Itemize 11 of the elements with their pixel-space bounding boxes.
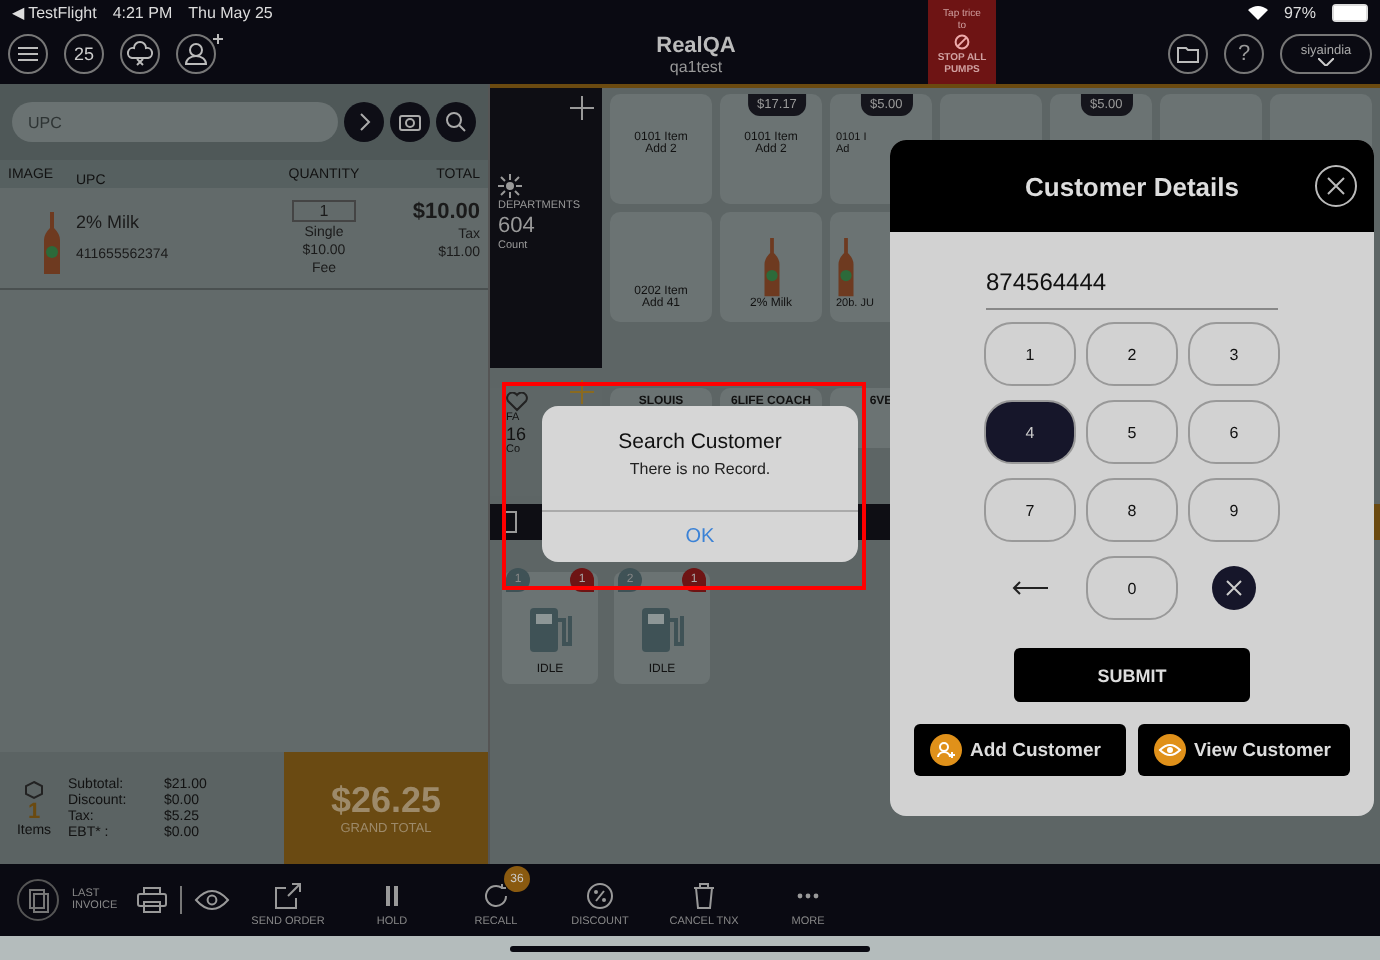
dialog-title: Customer Details <box>1025 171 1239 201</box>
battery-percent: 97% <box>1283 3 1316 21</box>
store-title: RealQA <box>656 33 736 57</box>
line-total: $10.00 <box>412 200 480 224</box>
item-count: 1 <box>27 799 41 823</box>
status-time: 4:21 PM <box>112 3 173 21</box>
alert-message: There is no Record. <box>629 460 771 478</box>
alert-title: Search Customer <box>618 430 782 454</box>
product-name: 2% Milk <box>76 212 142 232</box>
status-date: Thu May 25 <box>188 3 273 21</box>
store-subtitle: qa1test <box>669 57 723 75</box>
